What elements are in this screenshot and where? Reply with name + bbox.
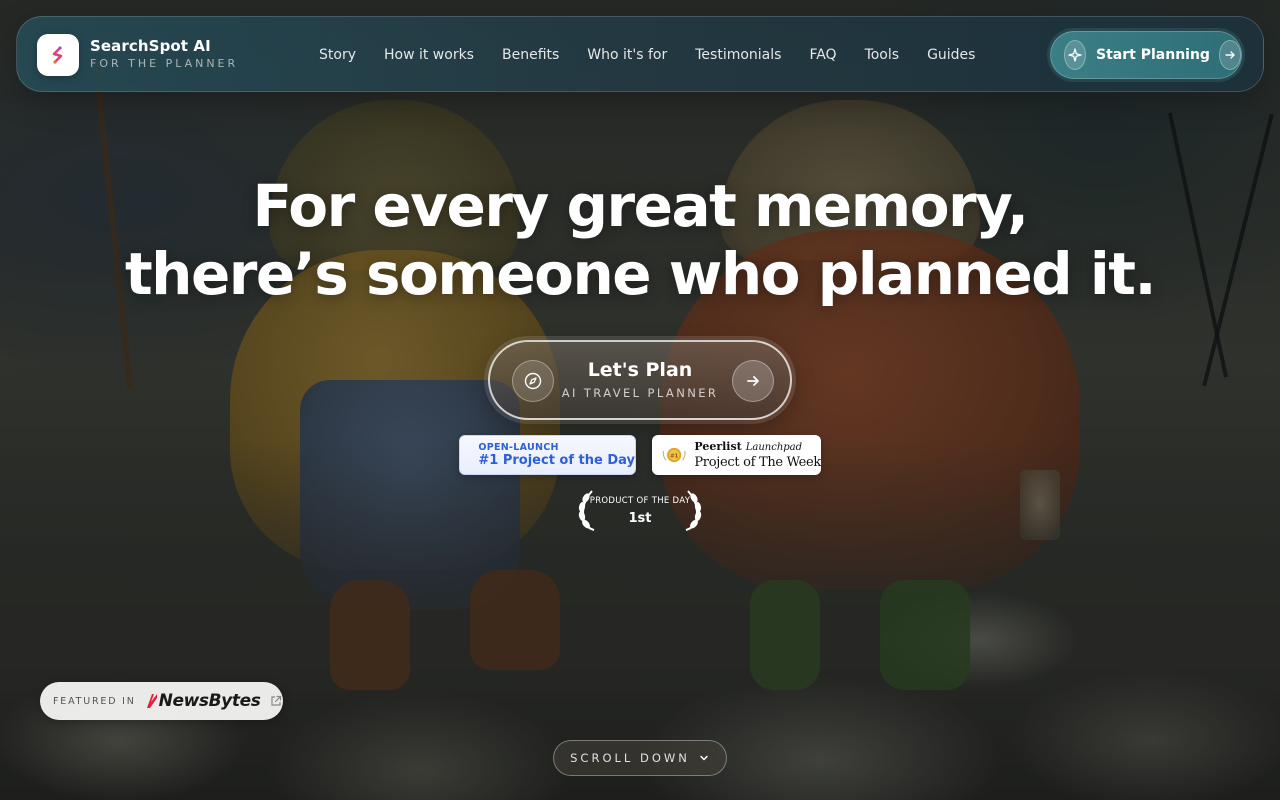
external-link-icon: [270, 695, 282, 707]
nav-link-faq[interactable]: FAQ: [809, 47, 836, 63]
peerlist-launchpad: Launchpad: [745, 441, 803, 453]
open-launch-title: #1 Project of the Day: [478, 453, 635, 468]
brand-name[interactable]: SearchSpot AI: [90, 37, 211, 55]
nav-link-tools[interactable]: Tools: [865, 47, 900, 63]
hero-title-line-2: there’s someone who planned it.: [124, 240, 1157, 308]
scroll-down-button[interactable]: SCROLL DOWN: [553, 740, 727, 776]
product-of-the-day-rank: 1st: [628, 511, 652, 526]
brand-tagline: FOR THE PLANNER: [90, 57, 239, 70]
product-of-the-day-label: PRODUCT OF THE DAY: [589, 496, 691, 506]
newsbytes-mark-icon: [146, 694, 157, 708]
nav-link-benefits[interactable]: Benefits: [502, 47, 559, 63]
featured-in-newsbytes[interactable]: FEATURED IN NewsBytes: [40, 682, 283, 720]
brand-logo[interactable]: [37, 34, 79, 76]
medal-icon: #1: [662, 447, 686, 463]
top-navigation: SearchSpot AI FOR THE PLANNER Story How …: [16, 16, 1264, 92]
peerlist-badge[interactable]: #1 Peerlist Launchpad Project of The Week: [652, 435, 821, 475]
start-planning-button[interactable]: Start Planning: [1050, 31, 1242, 79]
featured-in-label: FEATURED IN: [53, 695, 136, 707]
searchspot-logo-icon: [52, 46, 63, 64]
nav-link-how-it-works[interactable]: How it works: [384, 47, 474, 63]
peerlist-brand-row: Peerlist Launchpad: [694, 440, 821, 454]
nav-links: Story How it works Benefits Who it's for…: [319, 17, 1003, 93]
arrow-right-icon: [1218, 40, 1241, 70]
newsbytes-wordmark: NewsBytes: [158, 691, 261, 711]
nav-link-who-its-for[interactable]: Who it's for: [587, 47, 667, 63]
hero-title: For every great memory, there’s someone …: [0, 172, 1280, 308]
medal-rank-text: #1: [670, 453, 678, 459]
peerlist-brand: Peerlist: [694, 439, 742, 453]
nav-link-guides[interactable]: Guides: [927, 47, 975, 63]
sparkle-icon: [1064, 40, 1087, 70]
peerlist-title: Project of The Week: [694, 454, 821, 470]
newsbytes-logo: NewsBytes: [145, 691, 261, 711]
arrow-right-icon: [732, 360, 774, 402]
nav-link-testimonials[interactable]: Testimonials: [695, 47, 781, 63]
lets-plan-button[interactable]: Let's Plan AI TRAVEL PLANNER: [488, 340, 792, 420]
open-launch-badge[interactable]: OPEN-LAUNCH #1 Project of the Day: [459, 435, 636, 475]
start-planning-label: Start Planning: [1096, 47, 1210, 63]
product-of-the-day-award[interactable]: PRODUCT OF THE DAY 1st: [576, 488, 704, 532]
chevron-down-icon: [698, 752, 710, 764]
hero-title-line-1: For every great memory,: [252, 172, 1029, 240]
nav-link-story[interactable]: Story: [319, 47, 356, 63]
scroll-down-label: SCROLL DOWN: [570, 751, 690, 765]
open-launch-label: OPEN-LAUNCH: [478, 442, 559, 453]
